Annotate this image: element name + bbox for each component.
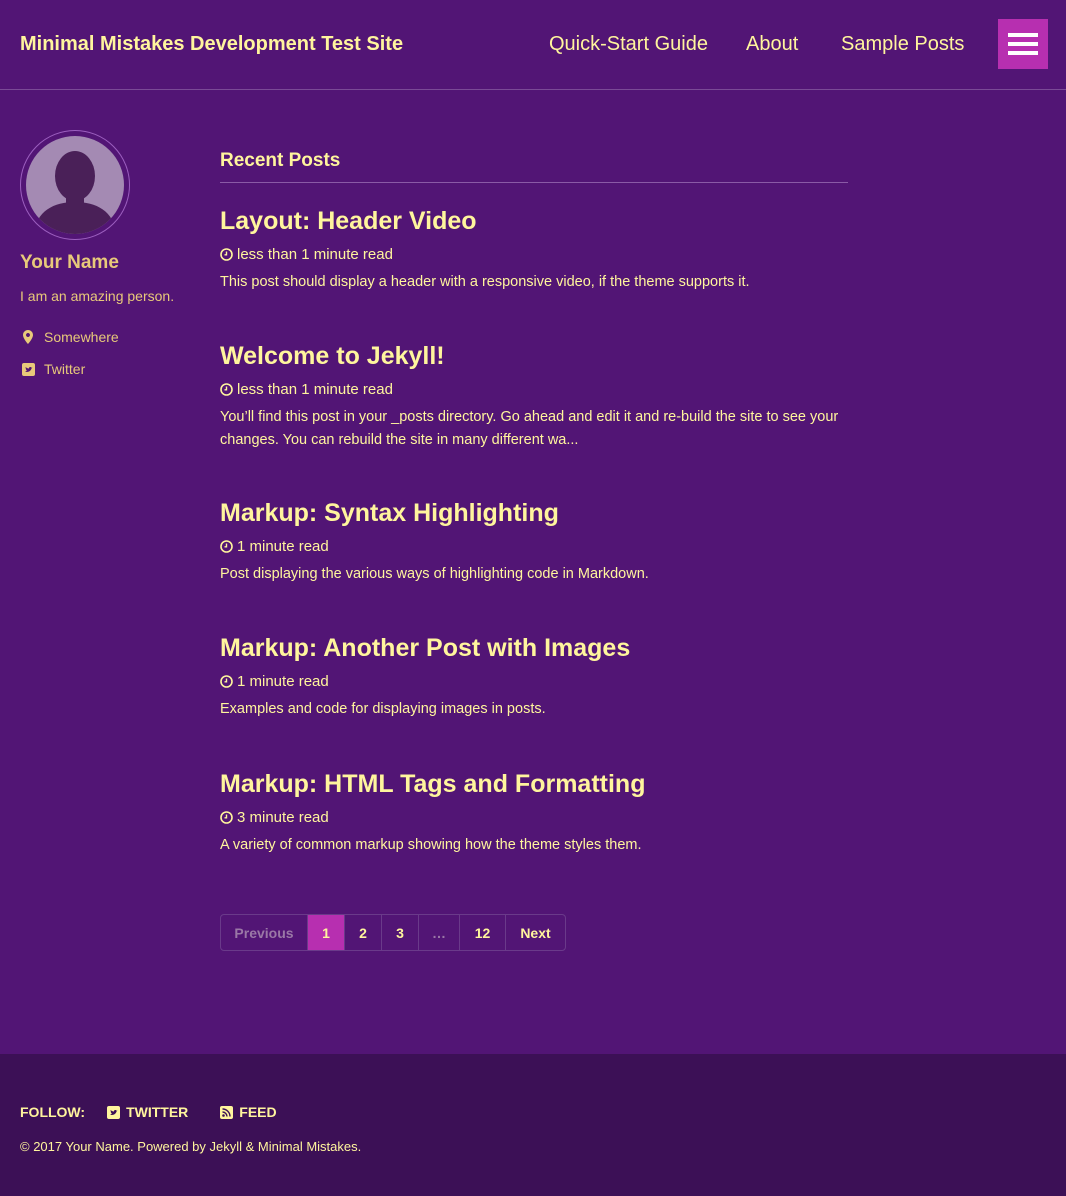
post-excerpt: You’ll find this post in your _posts dir… bbox=[220, 409, 839, 448]
post-title-link[interactable]: Markup: Syntax Highlighting bbox=[220, 499, 848, 528]
footer-follow: FOLLOW: TWITTER FEED bbox=[20, 1104, 277, 1120]
twitter-square-icon bbox=[107, 1105, 121, 1119]
copyright-text: © 2017 Your Name. Powered by Jekyll & Mi… bbox=[20, 1139, 362, 1154]
author-sidebar: Your Name I am an amazing person. Somewh… bbox=[20, 130, 200, 377]
rss-icon bbox=[220, 1105, 234, 1119]
post-excerpt: This post should display a header with a… bbox=[220, 274, 750, 290]
post-read-time: 1 minute read bbox=[220, 538, 848, 555]
avatar-placeholder-icon bbox=[26, 136, 124, 234]
post-excerpt: Examples and code for displaying images … bbox=[220, 701, 546, 717]
archive-title: Recent Posts bbox=[220, 150, 848, 183]
post-title-link[interactable]: Welcome to Jekyll! bbox=[220, 342, 848, 371]
post-read-time: 1 minute read bbox=[220, 673, 848, 690]
footer-feed-link[interactable]: FEED bbox=[220, 1104, 277, 1120]
pagination-page-3[interactable]: 3 bbox=[382, 915, 419, 950]
post-title-link[interactable]: Markup: HTML Tags and Formatting bbox=[220, 770, 848, 799]
pagination: Previous 1 2 3 … 12 Next bbox=[220, 914, 566, 951]
hamburger-icon-bar bbox=[1008, 51, 1038, 55]
post-read-time: less than 1 minute read bbox=[220, 246, 848, 263]
post-read-time: 3 minute read bbox=[220, 809, 848, 826]
map-marker-icon bbox=[20, 330, 36, 344]
post-title-link[interactable]: Markup: Another Post with Images bbox=[220, 634, 848, 663]
post-item: Layout: Header Video less than 1 minute … bbox=[220, 207, 848, 294]
clock-icon bbox=[220, 811, 233, 824]
follow-label: FOLLOW: bbox=[20, 1104, 86, 1120]
nav-link-sample-posts[interactable]: Sample Posts bbox=[841, 33, 964, 56]
hamburger-icon-bar bbox=[1008, 42, 1038, 46]
pagination-page-1[interactable]: 1 bbox=[308, 915, 345, 950]
pagination-previous-button[interactable]: Previous bbox=[221, 915, 308, 950]
twitter-square-icon bbox=[20, 362, 36, 376]
masthead: Minimal Mistakes Development Test Site Q… bbox=[0, 0, 1066, 90]
pagination-page-2[interactable]: 2 bbox=[345, 915, 382, 950]
post-item: Markup: Another Post with Images 1 minut… bbox=[220, 634, 848, 721]
author-twitter-label: Twitter bbox=[44, 361, 86, 377]
site-title-link[interactable]: Minimal Mistakes Development Test Site bbox=[20, 33, 403, 56]
pagination-ellipsis: … bbox=[419, 915, 460, 950]
read-time-text: 3 minute read bbox=[237, 809, 329, 826]
read-time-text: less than 1 minute read bbox=[237, 381, 393, 398]
author-name: Your Name bbox=[20, 252, 119, 273]
post-excerpt: A variety of common markup showing how t… bbox=[220, 837, 642, 853]
post-item: Welcome to Jekyll! less than 1 minute re… bbox=[220, 342, 848, 452]
post-item: Markup: Syntax Highlighting 1 minute rea… bbox=[220, 499, 848, 586]
clock-icon bbox=[220, 675, 233, 688]
page-footer: FOLLOW: TWITTER FEED © 2017 Your Name. P… bbox=[0, 1054, 1066, 1196]
post-item: Markup: HTML Tags and Formatting 3 minut… bbox=[220, 770, 848, 857]
nav-link-about[interactable]: About bbox=[746, 33, 798, 56]
author-twitter-link[interactable]: Twitter bbox=[20, 361, 85, 377]
menu-toggle-button[interactable] bbox=[998, 19, 1048, 69]
post-excerpt: Post displaying the various ways of high… bbox=[220, 566, 649, 582]
pagination-page-12[interactable]: 12 bbox=[460, 915, 506, 950]
footer-twitter-link[interactable]: TWITTER bbox=[107, 1104, 188, 1120]
main-content: Recent Posts Layout: Header Video less t… bbox=[220, 150, 848, 853]
clock-icon bbox=[220, 248, 233, 261]
author-location-link[interactable]: Somewhere bbox=[20, 329, 119, 345]
read-time-text: less than 1 minute read bbox=[237, 246, 393, 263]
post-read-time: less than 1 minute read bbox=[220, 381, 848, 398]
author-bio: I am an amazing person. bbox=[20, 288, 175, 304]
author-location-label: Somewhere bbox=[44, 329, 119, 345]
nav-link-quick-start[interactable]: Quick-Start Guide bbox=[549, 33, 708, 56]
read-time-text: 1 minute read bbox=[237, 538, 329, 555]
clock-icon bbox=[220, 383, 233, 396]
post-title-link[interactable]: Layout: Header Video bbox=[220, 207, 848, 236]
footer-feed-label: FEED bbox=[239, 1104, 277, 1120]
read-time-text: 1 minute read bbox=[237, 673, 329, 690]
pagination-next-button[interactable]: Next bbox=[506, 915, 565, 950]
avatar bbox=[20, 130, 130, 240]
footer-twitter-label: TWITTER bbox=[126, 1104, 189, 1120]
clock-icon bbox=[220, 540, 233, 553]
hamburger-icon bbox=[1008, 33, 1038, 37]
